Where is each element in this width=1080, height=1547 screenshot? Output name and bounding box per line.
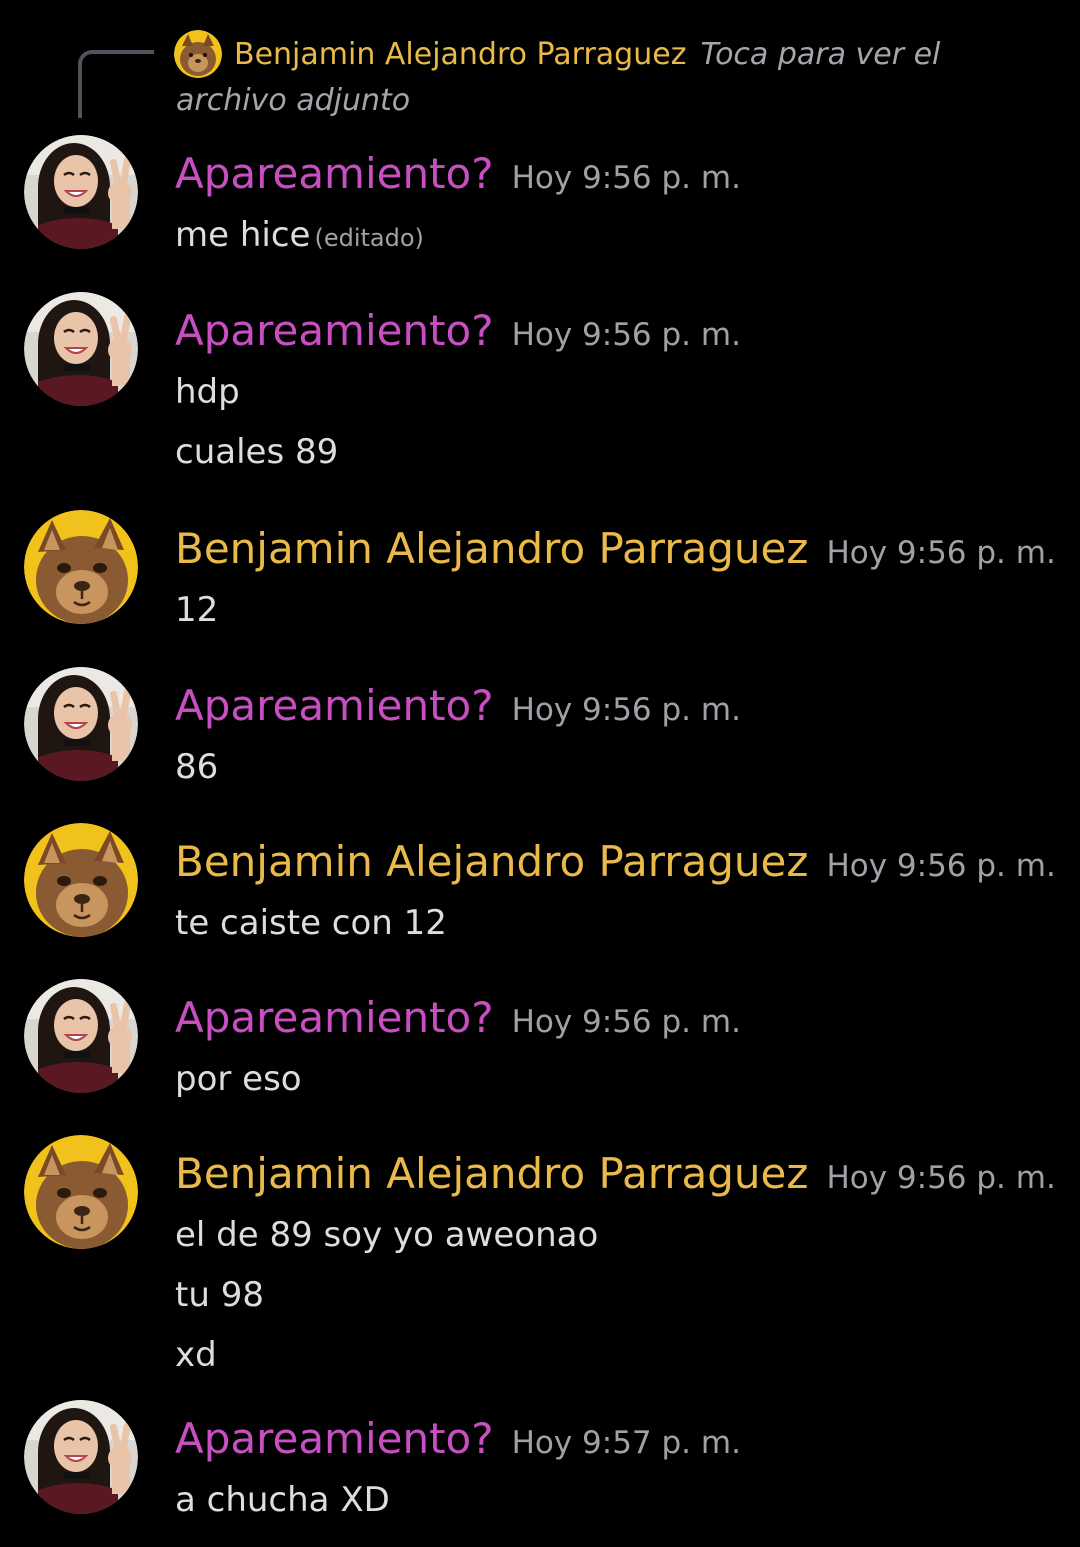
message: Benjamin Alejandro Parraguez Hoy 9:56 p. … — [0, 823, 1080, 971]
message-header: Apareamiento? Hoy 9:56 p. m. — [175, 145, 741, 203]
timestamp: Hoy 9:56 p. m. — [826, 848, 1056, 884]
message-text[interactable]: 12 — [175, 588, 218, 632]
message-text[interactable]: el de 89 soy yo aweonao — [175, 1213, 598, 1257]
message-line-text: tu 98 — [175, 1275, 264, 1315]
message-header: Apareamiento? Hoy 9:56 p. m. — [175, 677, 741, 735]
timestamp: Hoy 9:56 p. m. — [511, 1004, 741, 1040]
message-header: Apareamiento? Hoy 9:56 p. m. — [175, 989, 741, 1047]
message-line-text: me hice — [175, 215, 311, 255]
girl-avatar[interactable] — [24, 135, 138, 249]
cat-avatar[interactable] — [24, 510, 138, 624]
message-line-text: xd — [175, 1335, 217, 1375]
message-line-text: te caiste con 12 — [175, 903, 447, 943]
message-line-text: hdp — [175, 372, 240, 412]
message: Apareamiento? Hoy 9:56 p. m. me hice (edita… — [0, 135, 1080, 283]
cat-avatar[interactable] — [24, 1135, 138, 1249]
edited-label: (editado) — [314, 224, 424, 252]
message-line-text: por eso — [175, 1059, 302, 1099]
timestamp: Hoy 9:56 p. m. — [826, 535, 1056, 571]
message-text[interactable]: me hice (editado) — [175, 213, 424, 260]
author-name[interactable]: Benjamin Alejandro Parraguez — [175, 837, 808, 886]
message-header: Apareamiento? Hoy 9:57 p. m. — [175, 1410, 741, 1468]
message-line-text: a chucha XD — [175, 1480, 390, 1520]
timestamp: Hoy 9:56 p. m. — [511, 692, 741, 728]
reply-connector — [78, 50, 154, 118]
author-name[interactable]: Apareamiento? — [175, 681, 494, 730]
message-text[interactable]: por eso — [175, 1057, 302, 1101]
message-header: Benjamin Alejandro Parraguez Hoy 9:56 p. … — [175, 1145, 1056, 1203]
message-text[interactable]: a chucha XD — [175, 1478, 390, 1522]
message: Benjamin Alejandro Parraguez Hoy 9:56 p. … — [0, 1135, 1080, 1399]
girl-avatar[interactable] — [24, 667, 138, 781]
message-line-text: cuales 89 — [175, 432, 339, 472]
girl-avatar[interactable] — [24, 979, 138, 1093]
reply-preview[interactable]: Benjamin Alejandro Parraguez Toca para ve… — [0, 0, 1080, 130]
author-name[interactable]: Apareamiento? — [175, 993, 494, 1042]
girl-avatar[interactable] — [24, 292, 138, 406]
author-name[interactable]: Benjamin Alejandro Parraguez — [175, 524, 808, 573]
message-text[interactable]: te caiste con 12 — [175, 901, 447, 945]
message-header: Benjamin Alejandro Parraguez Hoy 9:56 p. … — [175, 520, 1056, 578]
message-text[interactable]: 86 — [175, 745, 218, 789]
message-line-text: 12 — [175, 590, 219, 630]
girl-avatar[interactable] — [24, 1400, 138, 1514]
message-header: Benjamin Alejandro Parraguez Hoy 9:56 p. … — [175, 833, 1056, 891]
cat-avatar[interactable] — [24, 823, 138, 937]
message: Apareamiento? Hoy 9:56 p. m. hdp cuales 89 — [0, 292, 1080, 498]
message-header: Apareamiento? Hoy 9:56 p. m. — [175, 302, 741, 360]
message: Apareamiento? Hoy 9:56 p. m. por eso — [0, 979, 1080, 1127]
message-text[interactable]: hdp — [175, 370, 240, 414]
author-name[interactable]: Apareamiento? — [175, 1414, 494, 1463]
author-name[interactable]: Apareamiento? — [175, 149, 494, 198]
message-line-text: el de 89 soy yo aweonao — [175, 1215, 599, 1255]
reply-summary: Benjamin Alejandro Parraguez Toca para ve… — [176, 32, 996, 124]
message-line-text: 86 — [175, 747, 219, 787]
timestamp: Hoy 9:57 p. m. — [511, 1425, 741, 1461]
timestamp: Hoy 9:56 p. m. — [511, 317, 741, 353]
message: Apareamiento? Hoy 9:56 p. m. 86 — [0, 667, 1080, 815]
author-name[interactable]: Benjamin Alejandro Parraguez — [175, 1149, 808, 1198]
message: Benjamin Alejandro Parraguez Hoy 9:56 p. … — [0, 510, 1080, 658]
timestamp: Hoy 9:56 p. m. — [511, 160, 741, 196]
message: Apareamiento? Hoy 9:57 p. m. a chucha XD — [0, 1400, 1080, 1547]
author-name[interactable]: Apareamiento? — [175, 306, 494, 355]
timestamp: Hoy 9:56 p. m. — [826, 1160, 1056, 1196]
message-text[interactable]: xd — [175, 1333, 217, 1377]
message-text[interactable]: tu 98 — [175, 1273, 264, 1317]
reply-author[interactable]: Benjamin Alejandro Parraguez — [234, 37, 686, 72]
message-text[interactable]: cuales 89 — [175, 430, 338, 474]
